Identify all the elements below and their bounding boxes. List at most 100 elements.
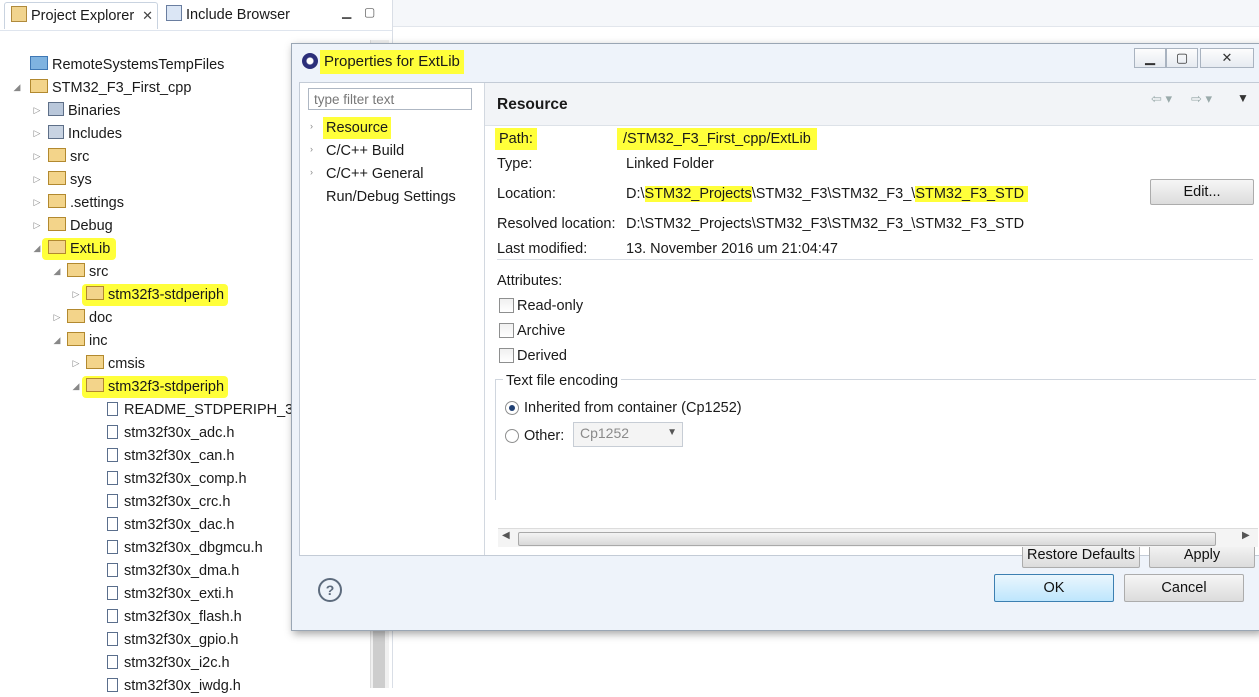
tree-item[interactable]: src <box>67 261 108 283</box>
collapsed-arrow-icon[interactable]: ▷ <box>32 128 42 139</box>
expanded-arrow-icon[interactable]: ◢ <box>52 335 62 346</box>
tree-item[interactable]: sys <box>48 169 92 191</box>
collapsed-arrow-icon[interactable]: ▷ <box>32 151 42 162</box>
resolved-location-label: Resolved location: <box>497 216 616 232</box>
tree-item[interactable]: Debug <box>48 215 113 237</box>
collapsed-arrow-icon[interactable]: ▷ <box>71 358 81 369</box>
chevron-down-icon: ▼ <box>667 427 677 438</box>
tree-item[interactable]: src <box>48 146 89 168</box>
view-menu-icon[interactable]: ▼ <box>1237 91 1249 105</box>
close-icon[interactable]: ✕ <box>142 3 153 29</box>
page-header: Resource ⇦ ▾ ⇨ ▾ ▼ <box>485 83 1259 126</box>
edit-button[interactable]: Edit... <box>1150 179 1254 205</box>
collapsed-arrow-icon[interactable]: ▷ <box>52 312 62 323</box>
tree-item[interactable]: stm32f30x_crc.h <box>107 491 230 513</box>
readonly-checkbox[interactable] <box>499 298 514 313</box>
tree-item[interactable]: .settings <box>48 192 124 214</box>
view-tabbar: Project Explorer ✕ Include Browser ▁ ▢ <box>0 0 392 31</box>
include-browser-icon <box>166 5 182 21</box>
tree-item[interactable]: STM32_F3_First_cpp <box>30 77 191 99</box>
tree-item[interactable]: stm32f30x_flash.h <box>107 606 242 628</box>
tree-item[interactable]: doc <box>67 307 112 329</box>
dialog-title: Properties for ExtLib <box>320 50 464 74</box>
collapsed-arrow-icon[interactable]: ▷ <box>32 174 42 185</box>
tree-item[interactable]: Binaries <box>48 100 120 122</box>
collapsed-arrow-icon[interactable]: ▷ <box>32 197 42 208</box>
tree-item[interactable]: stm32f30x_comp.h <box>107 468 247 490</box>
collapsed-arrow-icon[interactable]: › <box>310 167 313 177</box>
expanded-arrow-icon[interactable]: ◢ <box>12 82 22 93</box>
resource-page: Resource ⇦ ▾ ⇨ ▾ ▼ Path: /STM32_F3_First… <box>485 83 1259 568</box>
other-label: Other: <box>524 428 565 444</box>
collapsed-arrow-icon[interactable]: ▷ <box>32 105 42 116</box>
help-icon[interactable]: ? <box>318 578 342 602</box>
forward-arrow-icon[interactable]: ⇨ ▾ <box>1191 91 1212 107</box>
inherited-radio[interactable] <box>505 401 519 415</box>
collapsed-arrow-icon[interactable]: ▷ <box>32 220 42 231</box>
folder-icon <box>86 355 104 369</box>
dialog-body: type filter text › Resource › C/C++ Buil… <box>299 82 1259 568</box>
tree-item[interactable]: cmsis <box>86 353 145 375</box>
expanded-arrow-icon[interactable]: ◢ <box>71 381 81 392</box>
nav-item-run-debug[interactable]: Run/Debug Settings <box>323 186 459 208</box>
tab-include-browser[interactable]: Include Browser <box>160 2 330 28</box>
expanded-arrow-icon[interactable]: ◢ <box>32 243 42 254</box>
linked-folder-icon <box>48 240 66 254</box>
tree-item[interactable]: inc <box>67 330 108 352</box>
tree-item[interactable]: stm32f30x_dac.h <box>107 514 234 536</box>
tab-project-explorer[interactable]: Project Explorer ✕ <box>4 2 158 29</box>
horizontal-scrollbar[interactable]: ◀ ▶ <box>498 528 1258 547</box>
encoding-select[interactable]: Cp1252 ▼ <box>573 422 683 447</box>
horizontal-scroll-thumb[interactable] <box>518 532 1216 546</box>
tree-item[interactable]: stm32f30x_adc.h <box>107 422 234 444</box>
nav-item-cpp-general[interactable]: C/C++ General <box>323 163 427 185</box>
collapsed-arrow-icon[interactable]: › <box>310 121 313 131</box>
archive-checkbox[interactable] <box>499 323 514 338</box>
header-file-icon <box>107 471 118 485</box>
collapsed-arrow-icon[interactable]: › <box>310 144 313 154</box>
tab-label: Include Browser <box>186 7 290 23</box>
maximize-button[interactable]: ▢ <box>1166 48 1198 68</box>
derived-checkbox[interactable] <box>499 348 514 363</box>
header-file-icon <box>107 494 118 508</box>
scroll-right-icon[interactable]: ▶ <box>1242 530 1250 541</box>
tree-item[interactable]: stm32f30x_exti.h <box>107 583 234 605</box>
resolved-location-value: D:\STM32_Projects\STM32_F3\STM32_F3_\STM… <box>626 216 1025 232</box>
expanded-arrow-icon[interactable]: ◢ <box>52 266 62 277</box>
tree-item[interactable]: stm32f3-stdperiph <box>82 376 229 398</box>
tree-item[interactable]: stm32f30x_dma.h <box>107 560 239 582</box>
tree-item[interactable]: stm32f30x_dbgmcu.h <box>107 537 263 559</box>
tree-item[interactable]: stm32f30x_gpio.h <box>107 629 238 651</box>
project-icon <box>30 79 48 93</box>
minimize-icon[interactable]: ▁ <box>342 5 351 19</box>
collapsed-arrow-icon[interactable]: ▷ <box>71 289 81 300</box>
back-arrow-icon[interactable]: ⇦ ▾ <box>1151 91 1172 107</box>
nav-item-resource[interactable]: Resource <box>323 117 392 139</box>
other-radio[interactable] <box>505 429 519 443</box>
tree-item[interactable]: README_STDPERIPH_30x <box>107 399 309 421</box>
maximize-icon[interactable]: ▢ <box>364 5 375 19</box>
minimize-button[interactable]: ▁ <box>1134 48 1166 68</box>
tree-item[interactable]: RemoteSystemsTempFiles <box>30 54 224 76</box>
page-title: Resource <box>497 96 568 113</box>
ok-button[interactable]: OK <box>994 574 1114 602</box>
cancel-button[interactable]: Cancel <box>1124 574 1244 602</box>
tree-item[interactable]: Includes <box>48 123 122 145</box>
folder-icon <box>48 171 66 185</box>
tree-item[interactable]: stm32f3-stdperiph <box>82 284 229 306</box>
location-value: D:\STM32_Projects\STM32_F3\STM32_F3_\STM… <box>626 183 1029 205</box>
readonly-label: Read-only <box>517 298 584 314</box>
scroll-left-icon[interactable]: ◀ <box>502 530 510 541</box>
close-button[interactable]: ✕ <box>1200 48 1254 68</box>
archive-label: Archive <box>517 323 566 339</box>
tree-item-selected[interactable]: ExtLib <box>42 238 117 260</box>
tree-item[interactable]: stm32f30x_i2c.h <box>107 652 230 674</box>
folder-icon <box>48 148 66 162</box>
filter-input[interactable]: type filter text <box>308 88 472 110</box>
path-label: Path: <box>495 128 537 150</box>
header-file-icon <box>107 448 118 462</box>
tree-item[interactable]: stm32f30x_can.h <box>107 445 234 467</box>
tree-item[interactable]: stm32f30x_iwdg.h <box>107 675 241 697</box>
nav-item-cpp-build[interactable]: C/C++ Build <box>323 140 407 162</box>
last-modified-label: Last modified: <box>497 241 588 257</box>
